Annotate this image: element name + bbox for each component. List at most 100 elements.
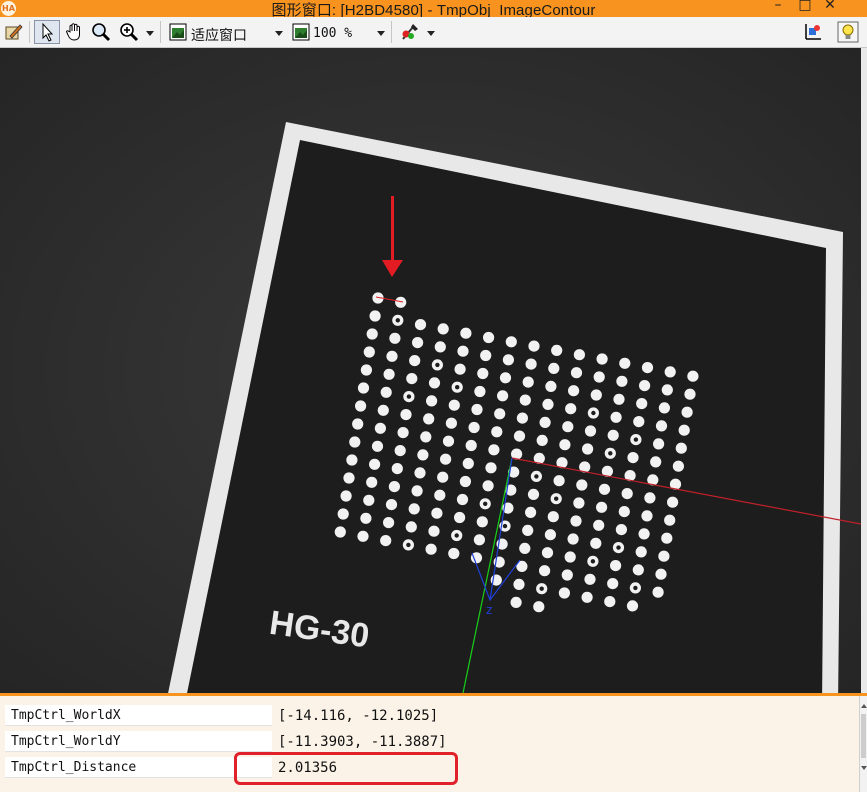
calibration-dot [369,310,381,322]
calibration-dot [494,408,506,420]
calibration-dot [428,525,440,537]
image-viewport[interactable]: HG-30 z [0,48,861,693]
calibration-dot [360,364,372,376]
zoom-in-icon[interactable] [116,20,142,44]
paint-tool-chevron-down-icon[interactable] [427,31,435,36]
calibration-dot [485,462,497,474]
fit-window-icon[interactable] [167,20,189,44]
coordinate-icon[interactable] [800,20,826,44]
calibration-dot [675,442,687,454]
scroll-up-icon[interactable] [861,704,867,708]
distance-highlight-box [234,752,458,785]
calibration-dot [558,587,571,599]
calibration-image[interactable]: HG-30 z [0,48,861,693]
calibration-dot [590,537,602,549]
calibration-dot [655,568,667,580]
calibration-dot [582,443,594,455]
calibration-dot-center [454,533,459,538]
toolbar-separator [391,21,392,43]
calibration-dot [607,429,619,441]
calibration-dot [661,532,673,544]
calibration-dot-center [608,451,613,456]
property-value[interactable]: [-14.116, -12.1025] [274,705,859,726]
calibration-dot-center [395,318,400,323]
calibration-dot-center [455,385,460,390]
zoom-percent-combo[interactable]: 100 % [313,26,352,41]
calibration-dot [442,435,455,447]
calibration-dot [468,421,480,434]
scroll-thumb[interactable] [861,714,866,758]
calibration-dot [541,547,554,559]
calibration-dot [497,390,509,402]
property-grid-scrollbar[interactable] [859,696,867,792]
calibration-dot [641,510,653,522]
calibration-dot [431,507,443,519]
calibration-dot [548,362,560,374]
calibration-dot [423,413,435,425]
calibration-dot [440,453,452,465]
calibration-dot [483,331,495,344]
magnifier-icon[interactable] [89,20,113,44]
calibration-dot [581,591,593,603]
calibration-dot [616,375,628,387]
calibration-dot [385,499,398,511]
calibration-dot [573,349,586,361]
property-value[interactable]: [-11.3903, -11.3887] [274,731,859,752]
zoom-percent-icon[interactable] [290,20,312,44]
viewport-scrollbar[interactable] [861,48,867,693]
property-name: TmpCtrl_WorldX [5,705,272,726]
property-row[interactable]: TmpCtrl_WorldX [-14.116, -12.1025] [0,702,859,728]
hand-pan-icon[interactable] [62,20,88,44]
calibration-dot [374,422,386,434]
title-bar: HA 图形窗口: [H2BD4580] - TmpObj_ImageContou… [0,0,867,19]
calibration-dot [684,388,696,400]
calibration-dot [633,416,645,428]
edit-icon[interactable] [2,20,26,44]
calibration-dot [454,363,466,375]
calibration-dot [568,385,580,397]
pointer-icon[interactable] [34,20,60,44]
scroll-down-icon[interactable] [861,766,867,770]
maximize-button[interactable]: □ [795,0,815,15]
calibration-dot [460,327,472,339]
zoom-percent-chevron-down-icon[interactable] [377,31,385,36]
calibration-dot [664,366,676,378]
calibration-dot [604,596,616,608]
axis-z-label: z [486,603,492,617]
calibration-dot [505,336,517,348]
calibration-dot [471,403,483,416]
property-row[interactable]: TmpCtrl_WorldY [-11.3903, -11.3887] [0,728,859,754]
close-button[interactable]: ✕ [820,0,840,15]
minimize-button[interactable]: – [768,0,788,15]
calibration-dot [678,424,690,436]
calibration-dot [437,471,449,483]
calibration-dot-center [554,496,559,501]
fit-window-chevron-down-icon[interactable] [275,31,283,36]
calibration-dot [502,354,514,366]
calibration-dot [412,337,424,349]
calibration-dot [522,376,534,388]
calibration-dot [547,511,559,523]
property-name: TmpCtrl_Distance [5,757,272,778]
lightbulb-icon[interactable] [835,20,861,44]
calibration-dot-center [502,523,508,529]
fit-window-combo[interactable]: 适应窗口 [191,25,247,45]
calibration-dot [499,372,512,384]
calibration-dot [380,535,392,547]
zoom-dropdown-chevron-down-icon[interactable] [146,31,154,36]
toolbar-separator [29,21,30,43]
calibration-dot [448,547,460,560]
paint-tool-icon[interactable] [397,20,423,44]
calibration-dot [553,475,565,487]
calibration-dot [513,430,526,442]
calibration-dot [473,534,485,546]
calibration-dot [626,600,639,612]
calibration-dot [400,409,412,421]
calibration-dot [593,519,605,531]
calibration-dot [661,384,673,396]
calibration-dot [565,403,577,415]
calibration-dot [527,488,540,500]
calibration-dot-center [534,474,539,479]
calibration-dot-center [406,394,412,399]
calibration-dot [357,530,369,542]
